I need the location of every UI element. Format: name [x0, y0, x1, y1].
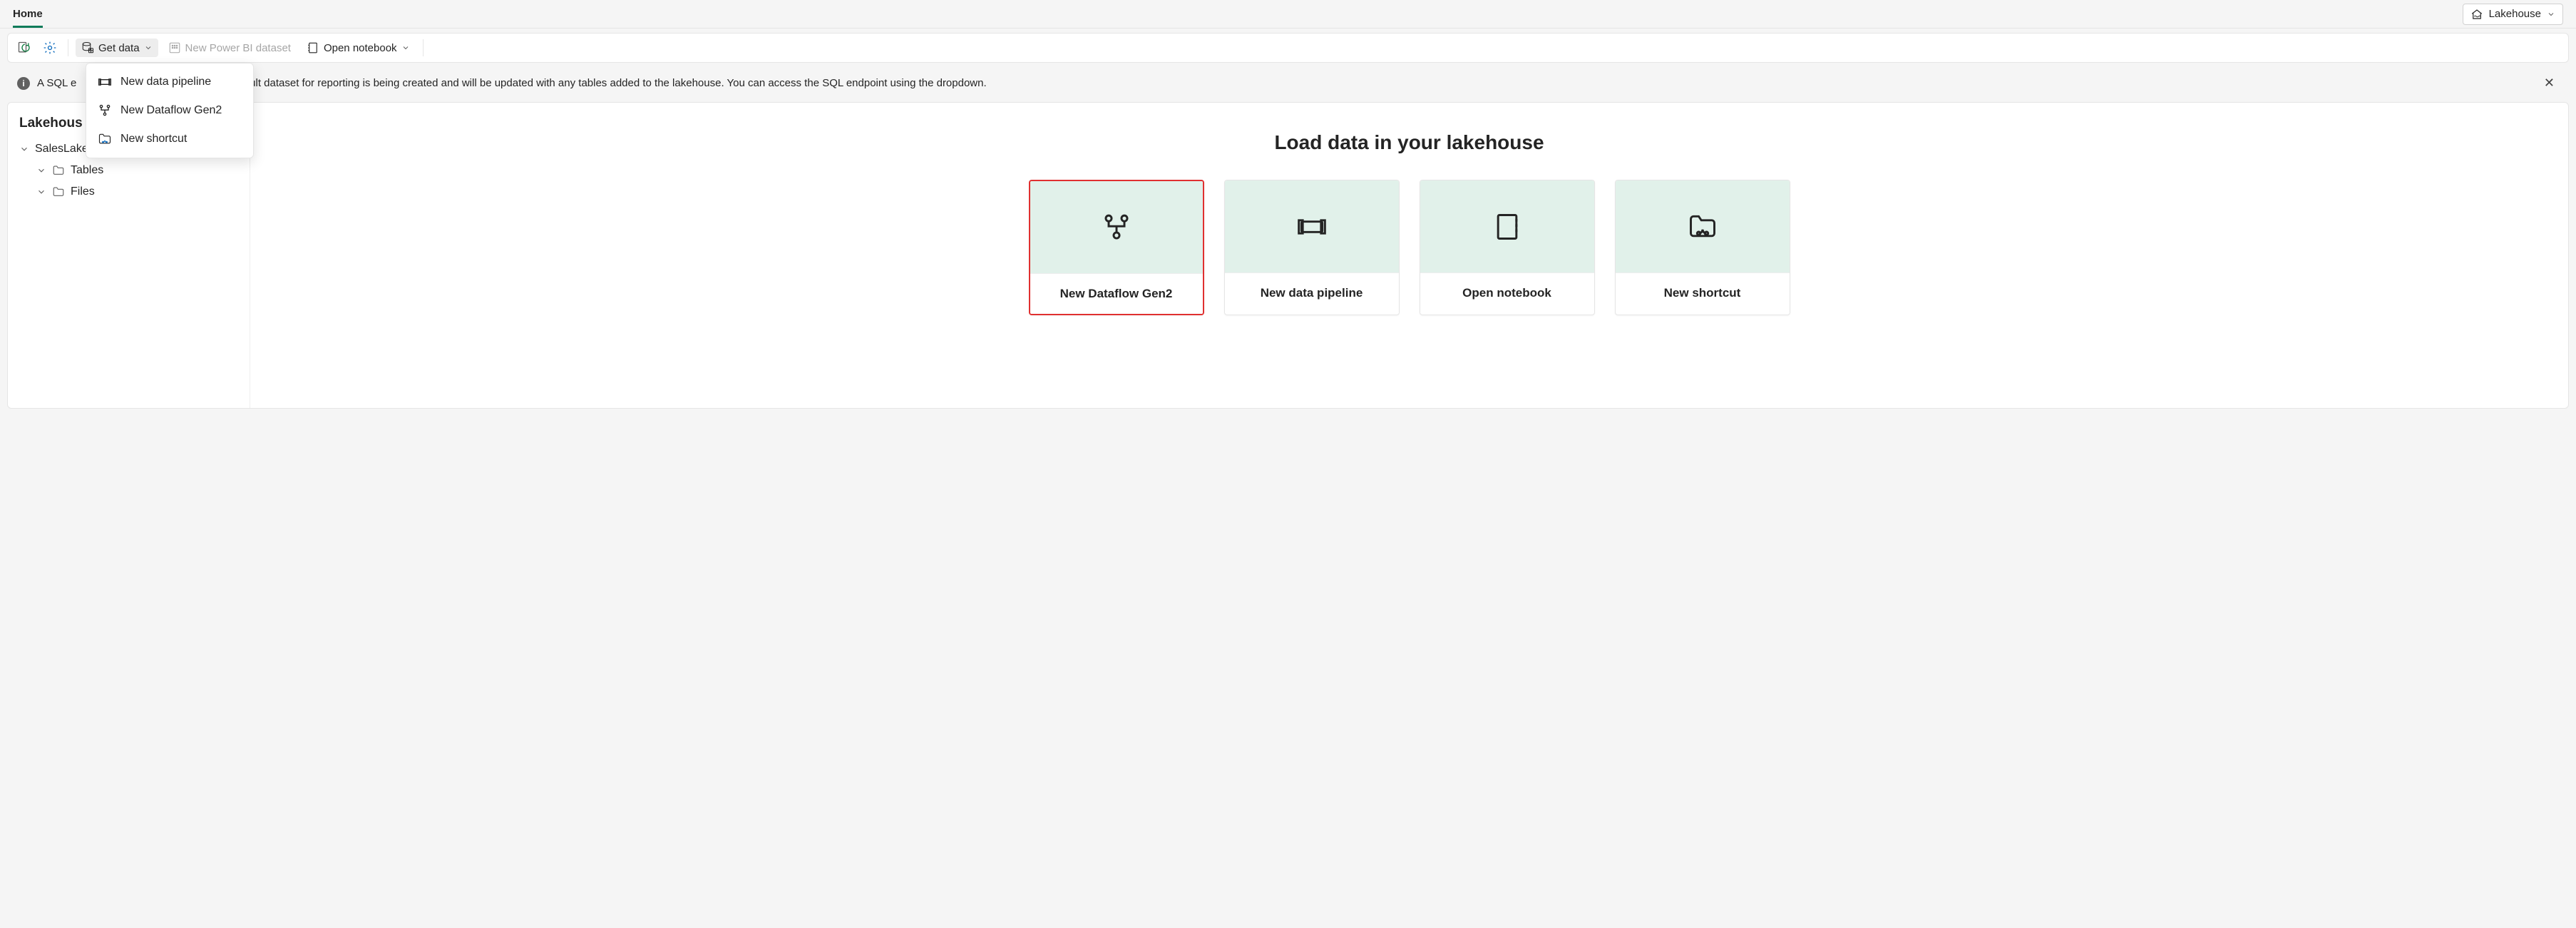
open-notebook-label: Open notebook: [324, 42, 397, 54]
card-label: New Dataflow Gen2: [1030, 274, 1203, 314]
chevron-down-icon: [2547, 10, 2555, 19]
shortcut-icon: [1687, 211, 1718, 243]
new-power-bi-dataset-button[interactable]: New Power BI dataset: [163, 39, 297, 57]
card-open-notebook[interactable]: Open notebook: [1420, 180, 1595, 315]
dropdown-item-label: New Dataflow Gen2: [120, 104, 222, 117]
dropdown-item-new-data-pipeline[interactable]: New data pipeline: [86, 68, 253, 96]
notebook-icon: [307, 41, 319, 54]
settings-button[interactable]: [39, 37, 61, 58]
mode-selector[interactable]: Lakehouse: [2463, 4, 2563, 25]
chevron-down-icon: [36, 187, 46, 197]
mode-label: Lakehouse: [2489, 8, 2541, 20]
pipeline-icon: [98, 75, 112, 89]
tree-node-files[interactable]: Files: [15, 181, 242, 203]
card-new-data-pipeline[interactable]: New data pipeline: [1224, 180, 1400, 315]
chevron-down-icon: [36, 165, 46, 175]
tree-node-tables[interactable]: Tables: [15, 160, 242, 181]
close-info-button[interactable]: ✕: [2540, 76, 2559, 91]
dataset-icon: [168, 41, 181, 54]
dataflow-icon: [1101, 212, 1132, 243]
dropdown-item-new-dataflow-gen2[interactable]: New Dataflow Gen2: [86, 96, 253, 125]
info-bar: i A SQL e efault dataset for reporting i…: [7, 68, 2569, 98]
folder-icon: [52, 185, 65, 198]
refresh-button[interactable]: [14, 37, 35, 58]
card-row: New Dataflow Gen2 New data pipeline: [1029, 180, 1790, 315]
toolbar: Get data New Power BI dataset Open noteb…: [7, 33, 2569, 63]
info-icon: i: [17, 77, 30, 90]
topbar: Home Lakehouse: [0, 0, 2576, 29]
dataflow-icon: [98, 103, 112, 118]
chevron-down-icon: [19, 144, 29, 154]
home-tab[interactable]: Home: [13, 1, 43, 28]
main-content: Load data in your lakehouse New Dataflow…: [250, 103, 2568, 408]
get-data-label: Get data: [98, 42, 140, 54]
shortcut-icon: [98, 132, 112, 146]
load-data-title: Load data in your lakehouse: [1274, 131, 1544, 154]
tree-tables-label: Tables: [71, 164, 103, 177]
chevron-down-icon: [144, 44, 153, 52]
card-label: Open notebook: [1420, 273, 1594, 313]
pipeline-icon: [1296, 211, 1328, 243]
card-label: New shortcut: [1616, 273, 1790, 313]
toolbar-separator: [423, 39, 424, 56]
card-new-dataflow-gen2[interactable]: New Dataflow Gen2: [1029, 180, 1204, 315]
folder-icon: [52, 164, 65, 177]
lakehouse-icon: [2470, 8, 2483, 21]
dropdown-item-label: New data pipeline: [120, 76, 211, 88]
dropdown-item-new-shortcut[interactable]: New shortcut: [86, 125, 253, 153]
chevron-down-icon: [401, 44, 410, 52]
database-icon: [81, 41, 94, 54]
new-pb-dataset-label: New Power BI dataset: [185, 42, 291, 54]
tree-files-label: Files: [71, 185, 95, 198]
get-data-dropdown: New data pipeline New Dataflow Gen2 New …: [86, 63, 254, 158]
card-label: New data pipeline: [1225, 273, 1399, 313]
workspace: Lakehous SalesLakehouse Tables: [7, 102, 2569, 409]
dropdown-item-label: New shortcut: [120, 133, 187, 146]
card-new-shortcut[interactable]: New shortcut: [1615, 180, 1790, 315]
info-text-prefix: A SQL e: [37, 77, 76, 89]
get-data-button[interactable]: Get data: [76, 39, 158, 57]
info-text: efault dataset for reporting is being cr…: [235, 77, 986, 89]
open-notebook-button[interactable]: Open notebook: [301, 39, 416, 57]
notebook-icon: [1492, 211, 1523, 243]
